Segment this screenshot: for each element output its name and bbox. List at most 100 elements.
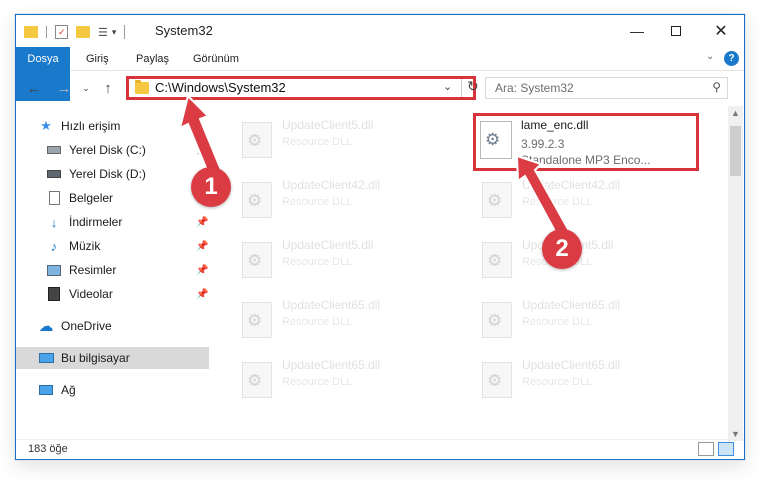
file-type: Resource DLL — [282, 136, 353, 148]
sidebar-item-label: Belgeler — [69, 191, 114, 205]
file-name: UpdateClient5.dll — [282, 118, 374, 132]
sidebar-item-this-pc[interactable]: Bu bilgisayar — [16, 347, 209, 369]
separator — [461, 79, 462, 97]
file-type: Resource DLL — [282, 316, 353, 328]
recent-locations-button[interactable]: ⌄ — [76, 78, 96, 98]
step-1-badge: 1 — [191, 167, 231, 207]
file-name: UpdateClient65.dll — [522, 358, 621, 372]
vertical-scrollbar[interactable]: ▲ ▼ — [728, 106, 743, 441]
tab-paylas[interactable]: Paylaş — [126, 47, 179, 71]
file-item[interactable]: ⚙ UpdateClient65.dll Resource DLL — [232, 294, 462, 348]
search-icon: ⚲ — [712, 80, 721, 94]
ribbon: Dosya Giriş Paylaş Görünüm ⌄ ? — [16, 47, 744, 101]
sidebar-item-label: OneDrive — [61, 319, 112, 333]
sidebar-item-music[interactable]: ♪ Müzik 📌 — [16, 235, 209, 257]
view-options-icon[interactable]: ☰ — [98, 26, 108, 39]
file-name: UpdateClient65.dll — [282, 358, 381, 372]
drive-icon — [46, 167, 62, 181]
refresh-icon[interactable]: ↻ — [467, 78, 479, 95]
computer-icon — [38, 351, 54, 365]
separator — [46, 26, 47, 38]
file-type: Resource DLL — [282, 256, 353, 268]
help-icon[interactable]: ? — [724, 51, 739, 66]
video-icon — [46, 287, 62, 301]
sidebar-item-label: İndirmeler — [69, 215, 123, 229]
up-button[interactable]: ↑ — [98, 78, 118, 98]
star-icon: ★ — [40, 118, 52, 133]
dll-file-icon: ⚙ — [482, 302, 512, 338]
chevron-down-icon: ⌄ — [82, 82, 90, 93]
tiles-view-icon[interactable] — [718, 442, 734, 456]
file-name: UpdateClient65.dll — [522, 298, 621, 312]
scroll-up-icon[interactable]: ▲ — [731, 108, 740, 118]
arrow-right-icon: → — [56, 79, 72, 97]
expand-ribbon-icon[interactable]: ⌄ — [706, 51, 714, 62]
sidebar-item-videos[interactable]: Videolar 📌 — [16, 283, 209, 305]
file-item[interactable]: ⚙ UpdateClient42.dll Resource DLL — [232, 174, 462, 228]
drive-icon — [46, 143, 62, 157]
arrow-up-icon: ↑ — [104, 79, 112, 97]
maximize-button[interactable] — [653, 15, 699, 47]
sidebar-item-label: Videolar — [69, 287, 113, 301]
quick-access-toolbar: ✓ ☰ ▾ — [24, 24, 126, 40]
file-item[interactable]: ⚙ UpdateClient5.dll Resource DLL — [232, 234, 462, 288]
file-type: Resource DLL — [522, 376, 593, 388]
folder-icon — [135, 80, 149, 94]
network-icon — [38, 383, 54, 397]
folder-icon[interactable] — [24, 26, 38, 38]
picture-icon — [46, 263, 62, 277]
new-folder-icon[interactable] — [76, 26, 90, 38]
sidebar-item-label: Müzik — [69, 239, 101, 253]
window-title: System32 — [155, 23, 213, 38]
scroll-down-icon[interactable]: ▼ — [731, 429, 740, 439]
address-row: ← → ⌄ ↑ C:\Windows\System32 ⌄ ↻ Ara: Sys… — [16, 72, 744, 104]
separator — [124, 25, 126, 39]
explorer-window: ✓ ☰ ▾ System32 — ✕ Dosya Giriş Paylaş Gö… — [15, 14, 745, 460]
close-icon: ✕ — [714, 23, 728, 40]
file-item[interactable]: ⚙ UpdateClient65.dll Resource DLL — [232, 354, 462, 408]
sidebar-item-pictures[interactable]: Resimler 📌 — [16, 259, 209, 281]
address-dropdown-icon[interactable]: ⌄ — [443, 80, 452, 93]
sidebar-item-label: Bu bilgisayar — [61, 351, 130, 365]
arrow-left-icon: ← — [26, 79, 42, 97]
scroll-thumb[interactable] — [730, 126, 741, 176]
back-button[interactable]: ← — [24, 78, 44, 98]
file-list: ⚙ UpdateClient5.dll Resource DLL ⚙ Updat… — [212, 106, 726, 436]
minimize-icon: — — [630, 23, 644, 39]
file-name: lame_enc.dll — [521, 118, 589, 132]
sidebar-item-label: Resimler — [69, 263, 117, 277]
sidebar-item-onedrive[interactable]: ☁ OneDrive — [16, 315, 209, 337]
step-2-badge: 2 — [542, 229, 582, 269]
properties-icon[interactable]: ✓ — [55, 25, 68, 39]
sidebar-item-network[interactable]: Ağ — [16, 379, 209, 401]
file-name: UpdateClient65.dll — [282, 298, 381, 312]
customize-dropdown-icon[interactable]: ▾ — [112, 27, 117, 38]
pin-icon[interactable]: 📌 — [196, 265, 208, 276]
cloud-icon: ☁ — [38, 318, 54, 335]
download-icon: ↓ — [50, 214, 58, 230]
close-button[interactable]: ✕ — [698, 15, 744, 47]
details-view-icon[interactable] — [698, 442, 714, 456]
file-name: UpdateClient42.dll — [282, 178, 381, 192]
status-bar: 183 öğe — [16, 439, 744, 459]
file-type: Resource DLL — [282, 376, 353, 388]
pin-icon[interactable]: 📌 — [196, 289, 208, 300]
file-name: UpdateClient5.dll — [282, 238, 374, 252]
music-icon: ♪ — [50, 238, 58, 254]
sidebar-item-label: Ağ — [61, 383, 76, 397]
tab-giris[interactable]: Giriş — [76, 47, 119, 71]
dll-file-icon: ⚙ — [242, 242, 272, 278]
file-item[interactable]: ⚙ UpdateClient65.dll Resource DLL — [472, 354, 702, 408]
sidebar-item-downloads[interactable]: ↓ İndirmeler 📌 — [16, 211, 209, 233]
tab-gorunum[interactable]: Görünüm — [183, 47, 249, 71]
pin-icon[interactable]: 📌 — [196, 217, 208, 228]
file-item[interactable]: ⚙ UpdateClient65.dll Resource DLL — [472, 294, 702, 348]
search-input[interactable]: Ara: System32 ⚲ — [485, 77, 728, 99]
forward-button[interactable]: → — [54, 78, 74, 98]
pin-icon[interactable]: 📌 — [196, 241, 208, 252]
sidebar-item-label: Yerel Disk (D:) — [69, 167, 146, 181]
item-count: 183 öğe — [28, 443, 68, 455]
file-item[interactable]: ⚙ UpdateClient5.dll Resource DLL — [232, 114, 462, 168]
search-placeholder: Ara: System32 — [495, 81, 574, 95]
file-type: Resource DLL — [282, 196, 353, 208]
